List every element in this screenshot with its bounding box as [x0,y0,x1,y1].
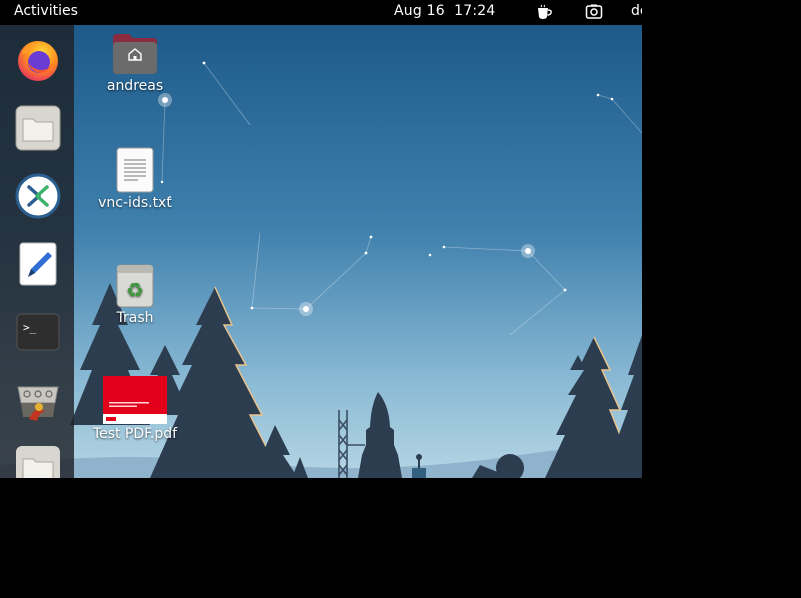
trash-icon: ♻ [116,262,154,308]
desktop-icon-vnc-ids[interactable]: vnc-ids.txt [87,147,183,211]
svg-text:♻: ♻ [126,278,144,302]
screenshot-icon[interactable] [585,4,603,20]
desktop-icon-label: Trash [116,310,154,326]
desktop-icon-test-pdf[interactable]: Test PDF.pdf [87,376,183,442]
text-file-icon [116,147,154,193]
desktop-icon-trash[interactable]: ♻ Trash [87,262,183,326]
activities-button[interactable]: Activities [14,3,78,19]
desktop-icon-home[interactable]: andreas [87,32,183,94]
clock-date: Aug 16 [394,3,445,19]
svg-text:>_: >_ [23,321,37,334]
terminal-icon[interactable]: >_ [15,309,61,355]
dock: >_ [0,25,74,478]
text-editor-icon[interactable] [15,241,61,287]
desktop-screen: Activities Aug 16 17:24 de [0,0,642,478]
package-installer-icon[interactable] [15,377,61,423]
desktop-icon-label: vnc-ids.txt [98,195,172,211]
pdf-thumbnail-icon [103,376,167,424]
home-folder-icon [111,32,159,76]
system-menu[interactable]: de [631,3,642,19]
clock[interactable]: Aug 16 17:24 [394,3,495,19]
remote-desktop-icon[interactable] [15,173,61,219]
desktop-icon-label: andreas [106,78,164,94]
folder-icon[interactable] [15,445,61,478]
clock-time: 17:24 [454,3,496,19]
firefox-icon[interactable] [15,37,61,83]
top-bar: Activities Aug 16 17:24 de [0,0,642,25]
coffee-cup-icon[interactable] [535,4,553,20]
desktop-icon-label: Test PDF.pdf [92,426,178,442]
files-icon[interactable] [15,105,61,151]
